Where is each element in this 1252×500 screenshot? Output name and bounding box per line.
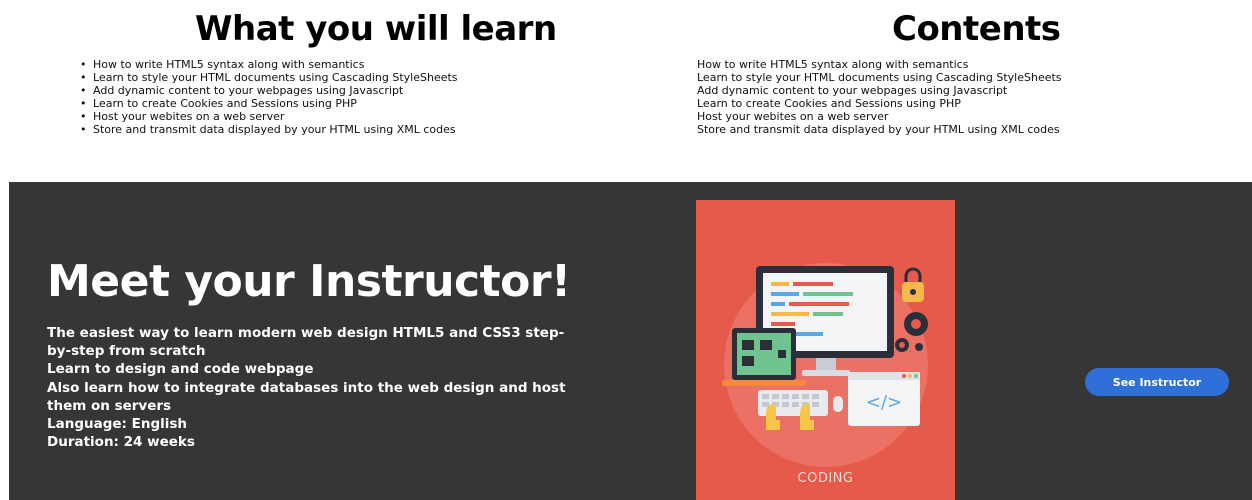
description-line: Also learn how to integrate databases in… [47,379,566,414]
list-item: Add dynamic content to your webpages usi… [80,84,458,97]
list-item: Learn to style your HTML documents using… [80,71,458,84]
description-line: Duration: 24 weeks [47,434,195,451]
poster-caption: CODING [797,471,854,486]
coding-illustration: </> [722,263,928,467]
list-item: Add dynamic content to your webpages usi… [697,84,1008,97]
instructor-description: The easiest way to learn modern web desi… [47,324,567,451]
list-item: Host your webites on a web server [697,110,889,123]
instructor-section: Meet your Instructor! The easiest way to… [9,182,1252,500]
learn-title: What you will learn [195,9,557,49]
list-item: How to write HTML5 syntax along with sem… [80,58,458,71]
top-section: What you will learn How to write HTML5 s… [0,0,1252,182]
list-item: Learn to create Cookies and Sessions usi… [80,97,458,110]
description-line: Language: English [47,416,188,433]
description-line: The easiest way to learn modern web desi… [47,325,565,360]
see-instructor-button[interactable]: See Instructor [1085,368,1229,396]
list-item: Learn to style your HTML documents using… [697,71,1062,84]
description-line: Learn to design and code webpage [47,361,314,378]
instructor-title: Meet your Instructor! [47,256,571,307]
contents-list: How to write HTML5 syntax along with sem… [697,58,1062,136]
svg-text:</>: </> [866,392,902,413]
contents-title: Contents [892,9,1061,49]
list-item: Learn to create Cookies and Sessions usi… [697,97,961,110]
list-item: Store and transmit data displayed by you… [697,123,1060,136]
coding-poster-image: </> CODING [696,200,955,500]
list-item: Store and transmit data displayed by you… [80,123,458,136]
list-item: Host your webites on a web server [80,110,458,123]
learn-list: How to write HTML5 syntax along with sem… [80,58,458,136]
list-item: How to write HTML5 syntax along with sem… [697,58,969,71]
